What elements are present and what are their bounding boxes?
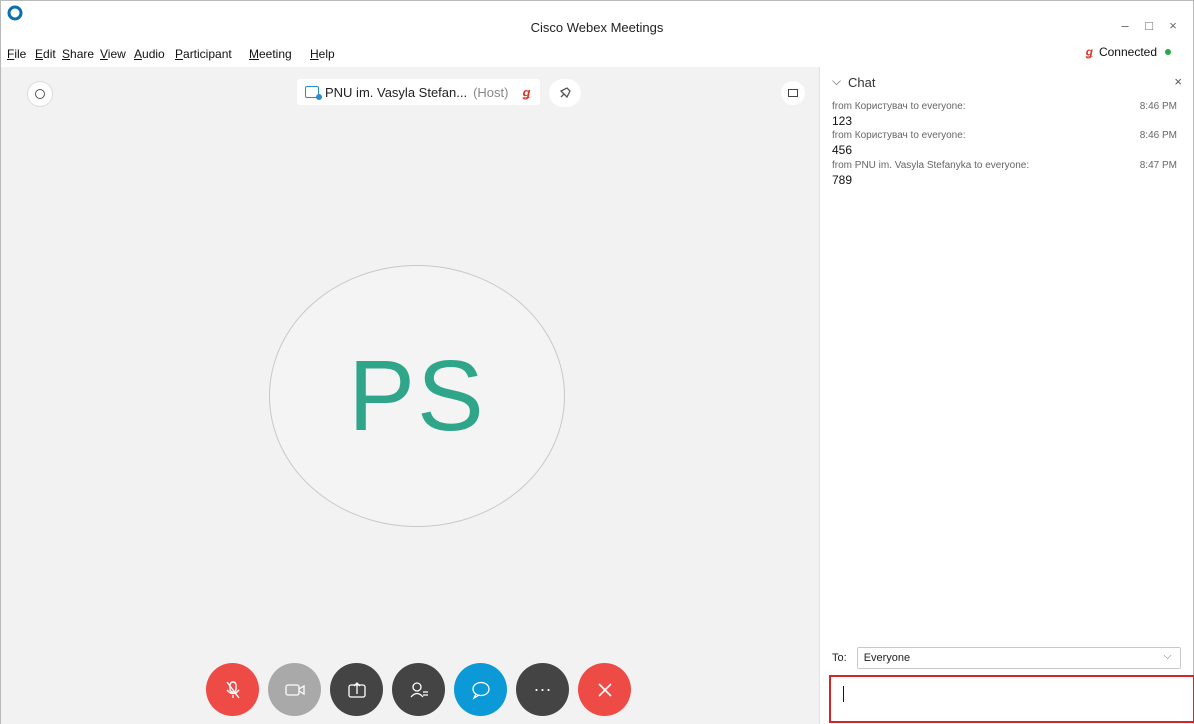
menu-bar: File Edit Share View Audio Participant M… <box>1 35 1193 67</box>
active-speaker-label[interactable]: PNU im. Vasyla Stefan... (Host) ǥ <box>297 79 541 105</box>
webex-window: Cisco Webex Meetings – □ × File Edit Sha… <box>0 0 1194 724</box>
mute-button[interactable] <box>206 663 259 716</box>
title-bar: Cisco Webex Meetings – □ × <box>1 1 1193 35</box>
meeting-info-button[interactable] <box>27 81 53 107</box>
layout-button[interactable] <box>781 81 805 105</box>
menu-audio[interactable]: Audio <box>134 47 165 61</box>
participants-icon <box>410 681 428 697</box>
menu-share[interactable]: Share <box>62 47 94 61</box>
message-sender: from Користувач to everyone: <box>832 101 966 112</box>
message-time: 8:46 PM <box>1139 130 1177 141</box>
info-icon <box>35 89 45 99</box>
host-name: PNU im. Vasyla Stefan... <box>325 84 468 100</box>
maximize-button[interactable]: □ <box>1139 18 1159 33</box>
recipient-value: Everyone <box>863 652 911 664</box>
recipient-row: To: Everyone ⌵ <box>832 647 1181 669</box>
chat-close-icon[interactable]: × <box>1174 74 1182 89</box>
participant-avatar: PS <box>269 265 565 527</box>
leave-meeting-button[interactable] <box>578 663 631 716</box>
recipient-select[interactable]: Everyone ⌵ <box>856 647 1181 669</box>
more-options-button[interactable]: ··· <box>516 663 569 716</box>
host-role: (Host) <box>473 84 509 100</box>
host-device-icon <box>305 86 322 100</box>
menu-meeting[interactable]: Meeting <box>249 47 292 61</box>
window-title: Cisco Webex Meetings <box>530 20 664 35</box>
chat-message: from Користувач to everyone: 8:46 PM 123 <box>832 101 1177 128</box>
chat-message: from Користувач to everyone: 8:46 PM 456 <box>832 130 1177 157</box>
chat-title: Chat <box>848 75 876 90</box>
webex-logo-icon <box>7 5 23 21</box>
video-off-icon <box>284 683 305 696</box>
chevron-down-icon[interactable]: ⌵ <box>832 74 841 89</box>
menu-view[interactable]: View <box>100 47 126 61</box>
message-time: 8:47 PM <box>1139 160 1177 171</box>
mic-muted-icon <box>225 680 240 698</box>
to-label: To: <box>832 652 847 664</box>
layout-icon <box>788 89 798 97</box>
chat-icon <box>471 681 490 700</box>
chat-panel: ⌵ Chat × from Користувач to everyone: 8:… <box>819 67 1194 724</box>
message-sender: from PNU im. Vasyla Stefanyka to everyon… <box>832 160 1030 171</box>
connection-status[interactable]: ǥ Connected <box>1086 45 1171 59</box>
start-video-button[interactable] <box>268 663 321 716</box>
chat-message-input[interactable] <box>829 675 1194 723</box>
menu-participant[interactable]: Participant <box>175 47 232 61</box>
share-button[interactable] <box>330 663 383 716</box>
pin-button[interactable] <box>549 79 581 107</box>
video-stage: PNU im. Vasyla Stefan... (Host) ǥ PS ··· <box>1 67 819 724</box>
host-mic-muted-icon: ǥ <box>522 84 531 100</box>
meeting-controls: ··· <box>206 663 631 716</box>
mic-muted-icon: ǥ <box>1085 45 1093 59</box>
connection-label: Connected <box>1098 45 1157 59</box>
menu-help[interactable]: Help <box>310 47 335 61</box>
participants-button[interactable] <box>392 663 445 716</box>
message-text: 123 <box>832 114 853 128</box>
message-sender: from Користувач to everyone: <box>832 130 966 141</box>
message-text: 456 <box>832 143 853 157</box>
connected-dot-icon <box>1165 49 1171 55</box>
pin-icon <box>559 87 571 99</box>
message-time: 8:46 PM <box>1139 101 1177 112</box>
share-icon <box>347 681 366 698</box>
chat-message: from PNU im. Vasyla Stefanyka to everyon… <box>832 160 1177 187</box>
text-cursor <box>843 686 844 702</box>
chat-header: ⌵ Chat × <box>820 67 1194 97</box>
close-button[interactable]: × <box>1163 18 1183 33</box>
menu-edit[interactable]: Edit <box>35 47 56 61</box>
message-text: 789 <box>832 173 853 187</box>
close-x-icon <box>597 682 612 697</box>
chat-button[interactable] <box>454 663 507 716</box>
minimize-button[interactable]: – <box>1115 18 1135 33</box>
chevron-down-icon: ⌵ <box>1163 650 1172 662</box>
menu-file[interactable]: File <box>7 47 26 61</box>
